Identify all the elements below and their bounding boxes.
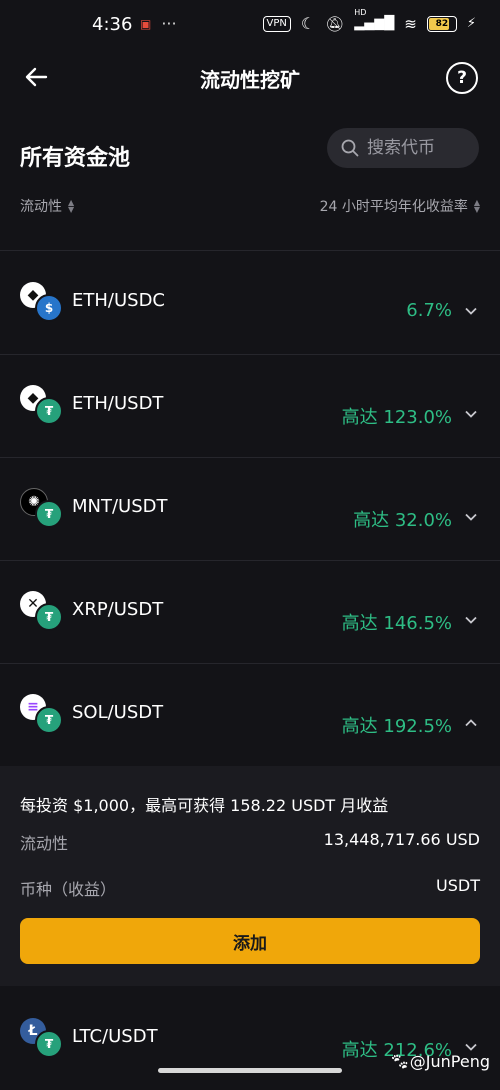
coin-label: 币种（收益） <box>20 880 117 899</box>
pool-detail-panel: 每投资 $1,000，最高可获得 158.22 USDT 月收益 流动性 13,… <box>0 766 500 986</box>
wifi-icon: ≋ <box>404 14 417 33</box>
status-right-icons: VPN ☾ 🔕︎ HD ▂▄▆█ ≋ 82 ⚡ <box>262 8 476 33</box>
pool-apr: 高达 123.0% <box>341 407 452 428</box>
section-title: 所有资金池 <box>20 146 131 171</box>
battery-level: 82 <box>435 18 449 29</box>
sort-liquidity[interactable]: 流动性 ▲ ▼ <box>20 196 74 216</box>
search-input[interactable] <box>365 137 479 159</box>
pair-icon: ◆ $ <box>20 282 63 322</box>
pool-name: ETH/USDT <box>72 393 164 414</box>
pool-row-eth-usdt[interactable]: ◆ ₮ ETH/USDT 高达 123.0% <box>0 355 500 457</box>
signal-icon: HD ▂▄▆█ <box>354 8 395 31</box>
chevron-down-icon[interactable] <box>464 613 478 627</box>
paw-icon: 🐾︎ <box>389 1052 410 1071</box>
pool-apr: 高达 146.5% <box>341 613 452 634</box>
top-app-bar: 流动性挖矿 ? <box>0 52 500 104</box>
search-icon <box>341 139 359 157</box>
pool-name: LTC/USDT <box>72 1026 158 1047</box>
sort-arrows-icon: ▲ ▼ <box>473 198 480 214</box>
pool-row-ltc-usdt[interactable]: Ł ₮ LTC/USDT 高达 212.6% <box>0 988 500 1090</box>
moon-icon: ☾ <box>300 14 316 33</box>
sort-row: 流动性 ▲ ▼ 24 小时平均年化收益率 ▲ ▼ <box>20 196 480 220</box>
status-bar: 4:36 ▣ ··· VPN ☾ 🔕︎ HD ▂▄▆█ ≋ 82 ⚡ <box>0 0 500 56</box>
earnings-headline: 每投资 $1,000，最高可获得 158.22 USDT 月收益 <box>20 796 389 815</box>
pool-name: XRP/USDT <box>72 599 164 620</box>
vpn-icon: VPN <box>262 15 291 32</box>
pool-row-eth-usdc[interactable]: ◆ $ ETH/USDC 6.7% <box>0 252 500 354</box>
pool-name: ETH/USDC <box>72 290 165 311</box>
usdt-icon: ₮ <box>35 603 63 631</box>
home-indicator[interactable] <box>158 1068 342 1073</box>
divider <box>0 250 500 251</box>
coin-value: USDT <box>436 876 480 895</box>
pool-row-xrp-usdt[interactable]: ✕ ₮ XRP/USDT 高达 146.5% <box>0 561 500 663</box>
add-button[interactable]: 添加 <box>20 918 480 964</box>
sort-apr[interactable]: 24 小时平均年化收益率 ▲ ▼ <box>320 196 480 216</box>
muted-bell-icon: 🔕︎ <box>325 14 345 33</box>
pool-row-sol-usdt[interactable]: ≡ ₮ SOL/USDT 高达 192.5% <box>0 664 500 766</box>
pool-apr: 高达 32.0% <box>353 510 452 531</box>
chevron-down-icon[interactable] <box>464 510 478 524</box>
status-left-icons: ▣ ··· <box>140 14 177 33</box>
page-title: 流动性挖矿 <box>200 68 300 92</box>
pool-apr: 6.7% <box>406 300 452 321</box>
watermark: 🐾︎@JunPeng <box>389 1052 490 1071</box>
chevron-down-icon[interactable] <box>464 304 478 318</box>
sort-apr-label: 24 小时平均年化收益率 <box>319 199 468 215</box>
usdt-icon: ₮ <box>35 1030 63 1058</box>
battery-icon: 82 <box>426 15 457 32</box>
pair-icon: ≡ ₮ <box>20 694 63 734</box>
charging-icon: ⚡ <box>466 16 476 31</box>
pair-icon: ✕ ₮ <box>20 591 63 631</box>
usdt-icon: ₮ <box>35 706 63 734</box>
pool-name: SOL/USDT <box>72 702 164 723</box>
usdt-icon: ₮ <box>35 397 63 425</box>
chevron-down-icon[interactable] <box>464 407 478 421</box>
usdt-icon: ₮ <box>35 500 63 528</box>
sort-liquidity-label: 流动性 <box>20 199 62 215</box>
search-box[interactable] <box>327 128 479 168</box>
usdc-icon: $ <box>35 294 63 322</box>
chevron-up-icon[interactable] <box>464 716 478 730</box>
liquidity-value: 13,448,717.66 USD <box>323 830 480 849</box>
pair-icon: ✺ ₮ <box>20 488 63 528</box>
pool-apr: 高达 192.5% <box>341 716 452 737</box>
pair-icon: ◆ ₮ <box>20 385 63 425</box>
more-dots-icon: ··· <box>161 14 177 33</box>
sort-arrows-icon: ▲ ▼ <box>68 198 75 214</box>
pool-name: MNT/USDT <box>72 496 168 517</box>
notification-icon: ▣ <box>140 16 152 31</box>
hd-label: HD <box>354 8 367 17</box>
liquidity-label: 流动性 <box>20 834 69 853</box>
pool-row-mnt-usdt[interactable]: ✺ ₮ MNT/USDT 高达 32.0% <box>0 458 500 560</box>
help-button[interactable]: ? <box>446 62 478 94</box>
watermark-text: @JunPeng <box>409 1052 490 1071</box>
question-icon: ? <box>457 68 467 88</box>
status-time: 4:36 <box>92 14 133 35</box>
pair-icon: Ł ₮ <box>20 1018 63 1058</box>
